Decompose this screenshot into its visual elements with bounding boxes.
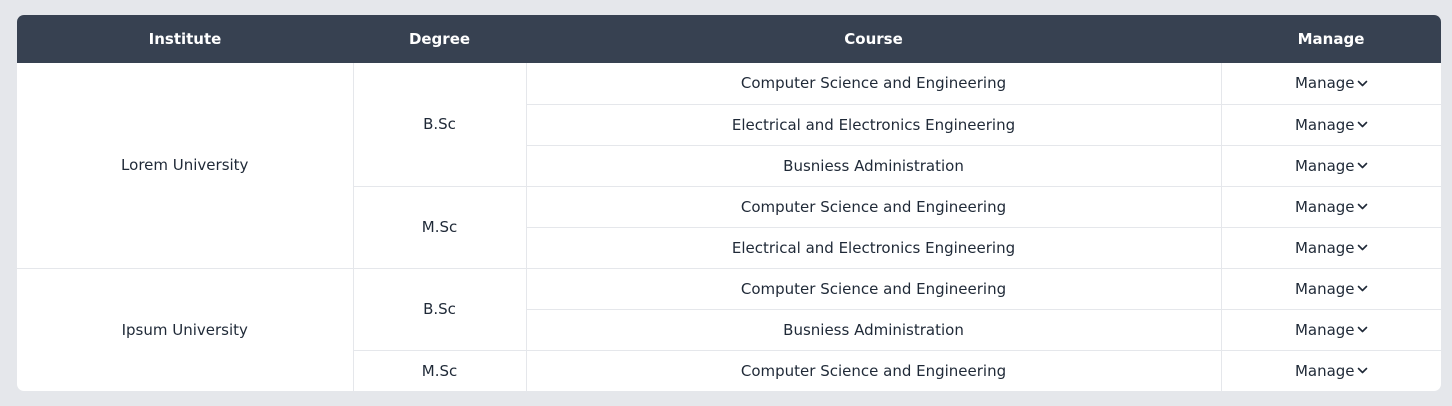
course-cell: Computer Science and Engineering <box>525 349 1221 391</box>
course-cell: Busniess Administration <box>525 144 1221 186</box>
manage-label: Manage <box>1294 361 1355 380</box>
header-manage: Manage <box>1297 30 1365 48</box>
manage-cell: Manage <box>1220 267 1441 309</box>
chevron-down-icon <box>1357 324 1368 335</box>
course-cell: Computer Science and Engineering <box>525 185 1221 227</box>
institute-cell: Lorem University <box>121 156 249 175</box>
table-row: Ipsum University B.Sc Computer Science and… <box>17 267 1441 391</box>
course-cell: Computer Science and Engineering <box>525 267 1221 309</box>
table-header: Institute Degree Course Manage <box>17 15 1441 63</box>
course-cell: Computer Science and Engineering <box>525 63 1221 104</box>
manage-dropdown-button[interactable]: Manage <box>1295 116 1368 134</box>
manage-dropdown-button[interactable]: Manage <box>1295 362 1368 380</box>
course-cell: Busniess Administration <box>525 308 1221 350</box>
chevron-down-icon <box>1357 283 1368 294</box>
manage-dropdown-button[interactable]: Manage <box>1295 321 1368 339</box>
chevron-down-icon <box>1357 119 1368 130</box>
chevron-down-icon <box>1357 365 1368 376</box>
manage-cell: Manage <box>1220 103 1441 145</box>
degree-cell: B.Sc <box>352 63 526 186</box>
course-cell: Electrical and Electronics Engineering <box>525 226 1221 268</box>
courses-table: Institute Degree Course Manage Lorem Uni… <box>17 15 1441 391</box>
manage-label: Manage <box>1294 320 1355 339</box>
manage-dropdown-button[interactable]: Manage <box>1295 74 1368 92</box>
chevron-down-icon <box>1357 78 1368 89</box>
manage-dropdown-button[interactable]: Manage <box>1295 280 1368 298</box>
manage-label: Manage <box>1294 115 1355 134</box>
header-degree: Degree <box>408 30 471 48</box>
header-row: Institute Degree Course Manage <box>17 15 1441 63</box>
manage-label: Manage <box>1294 156 1355 175</box>
manage-cell: Manage <box>1220 144 1441 186</box>
manage-label: Manage <box>1294 279 1355 298</box>
manage-cell: Manage <box>1220 226 1441 268</box>
manage-label: Manage <box>1294 238 1355 257</box>
degree-cell: M.Sc <box>352 349 526 391</box>
table-row: Lorem University B.Sc Computer Science and… <box>17 63 1441 186</box>
chevron-down-icon <box>1357 242 1368 253</box>
manage-label: Manage <box>1294 197 1355 216</box>
header-course: Course <box>844 30 903 48</box>
manage-dropdown-button[interactable]: Manage <box>1295 198 1368 216</box>
manage-cell: Manage <box>1220 349 1441 391</box>
institute-cell: Ipsum University <box>17 267 353 391</box>
manage-cell: Manage <box>1220 308 1441 350</box>
manage-dropdown-button[interactable]: Manage <box>1295 239 1368 257</box>
chevron-down-icon <box>1357 160 1368 171</box>
degree-cell: M.Sc <box>352 185 526 268</box>
table-body: Lorem University B.Sc Computer Science and… <box>17 63 1441 391</box>
degree-cell: B.Sc <box>352 267 526 350</box>
manage-cell: Manage <box>1220 63 1441 104</box>
header-institute: Institute <box>148 30 222 48</box>
institute-courses-card: Institute Degree Course Manage Lorem Uni… <box>17 15 1441 391</box>
manage-dropdown-button[interactable]: Manage <box>1295 157 1368 175</box>
course-cell: Electrical and Electronics Engineering <box>525 103 1221 145</box>
manage-cell: Manage <box>1220 185 1441 227</box>
chevron-down-icon <box>1357 201 1368 212</box>
manage-label: Manage <box>1294 74 1355 93</box>
